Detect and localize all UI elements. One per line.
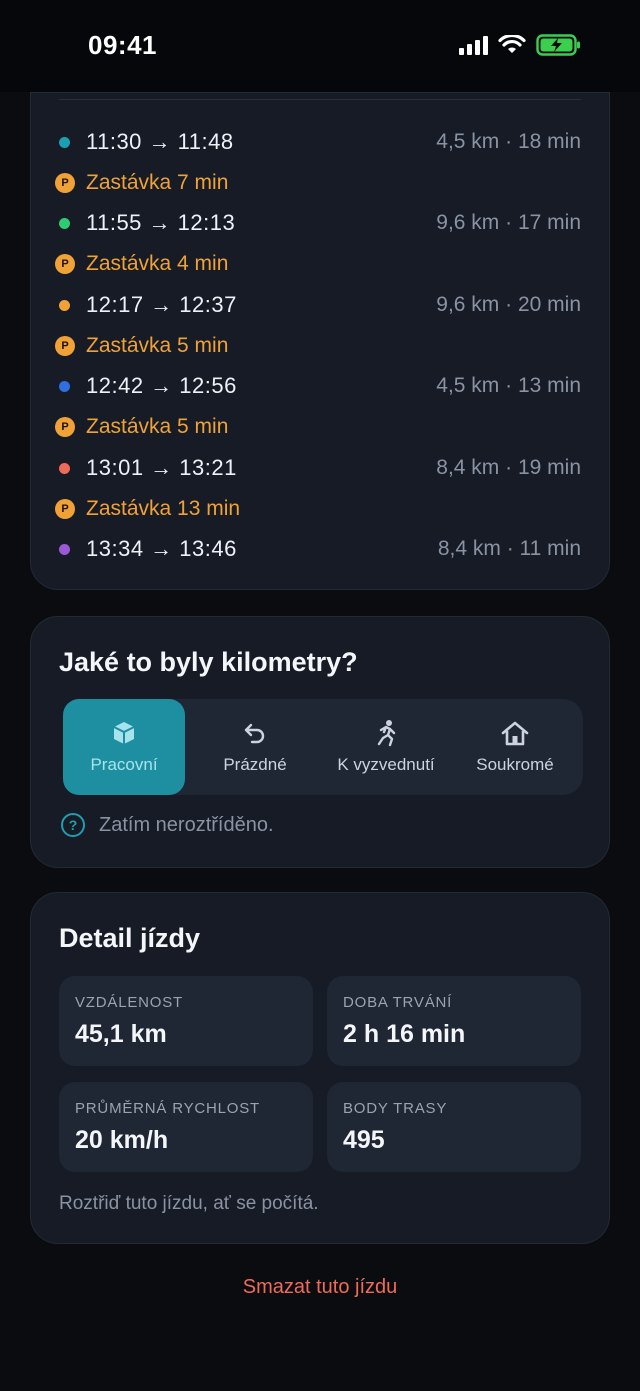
category-option-label: Prázdné	[223, 755, 287, 774]
classification-title: Jaké to byly kilometry?	[59, 647, 358, 677]
stat-average-speed: PRŮMĚRNÁ RYCHLOST 20 km/h	[59, 1082, 313, 1172]
trip-distance-duration: 8,4 km · 11 min	[437, 537, 581, 560]
stat-duration: DOBA TRVÁNÍ 2 h 16 min	[327, 976, 581, 1066]
house-icon	[501, 719, 529, 747]
trip-distance-duration: 8,4 km · 19 min	[436, 456, 581, 479]
category-option-private[interactable]: Soukromé	[447, 699, 583, 795]
running-person-icon	[373, 719, 399, 747]
category-option-pickup[interactable]: K vyzvednutí	[325, 699, 447, 795]
stop-row: P Zastávka 13 min	[55, 489, 581, 529]
trip-time-range: 13:34 → 13:46	[86, 536, 237, 561]
segment-color-dot	[59, 299, 70, 311]
stop-label: Zastávka 4 min	[86, 252, 229, 275]
trip-segment-row[interactable]: 13:01 → 13:21 8,4 km · 19 min	[55, 448, 581, 488]
divider	[59, 99, 581, 100]
stat-label: PRŮMĚRNÁ RYCHLOST	[75, 1100, 261, 1117]
parking-icon: P	[55, 254, 75, 274]
stat-distance: VZDÁLENOST 45,1 km	[59, 976, 313, 1066]
parking-icon: P	[55, 173, 75, 193]
segment-color-dot	[59, 136, 70, 148]
stop-row: P Zastávka 5 min	[55, 407, 581, 447]
trip-segment-row[interactable]: 13:34 → 13:46 8,4 km · 11 min	[55, 529, 581, 569]
stat-value: 2 h 16 min	[343, 1020, 466, 1048]
trip-detail-card: Detail jízdy VZDÁLENOST 45,1 km DOBA TRV…	[30, 892, 610, 1244]
classify-note: Roztřiď tuto jízdu, ať se počítá.	[59, 1193, 319, 1214]
stat-value: 45,1 km	[75, 1020, 167, 1048]
trip-distance-duration: 9,6 km · 17 min	[436, 211, 581, 234]
segment-color-dot	[59, 217, 70, 229]
trip-time-range: 11:30 → 11:48	[86, 129, 234, 154]
hint-text: Zatím neroztříděno.	[99, 813, 274, 836]
category-segmented-control: Pracovní Prázdné K vyzvednutí Soukromé	[63, 699, 583, 795]
trip-distance-duration: 9,6 km · 20 min	[436, 293, 581, 316]
status-icons	[459, 34, 582, 56]
trip-segment-row[interactable]: 12:42 → 12:56 4,5 km · 13 min	[55, 366, 581, 406]
stat-label: DOBA TRVÁNÍ	[343, 994, 453, 1011]
parking-icon: P	[55, 417, 75, 437]
trip-segment-row[interactable]: 12:17 → 12:37 9,6 km · 20 min	[55, 285, 581, 325]
question-circle-icon: ?	[61, 813, 85, 837]
stop-label: Zastávka 7 min	[86, 171, 229, 194]
cellular-signal-icon	[459, 35, 488, 55]
stat-value: 495	[343, 1126, 385, 1154]
stop-label: Zastávka 5 min	[86, 415, 229, 438]
segment-color-dot	[59, 462, 70, 474]
trip-time-range: 11:55 → 12:13	[86, 210, 236, 235]
segment-color-dot	[59, 380, 70, 392]
parking-icon: P	[55, 499, 75, 519]
category-option-empty[interactable]: Prázdné	[185, 699, 325, 795]
category-option-work[interactable]: Pracovní	[63, 699, 185, 795]
trip-time-range: 13:01 → 13:21	[86, 455, 237, 480]
trip-segment-row[interactable]: 11:55 → 12:13 9,6 km · 17 min	[55, 203, 581, 243]
category-option-label: Pracovní	[90, 755, 158, 774]
trip-time-range: 12:17 → 12:37	[86, 292, 237, 317]
stat-value: 20 km/h	[75, 1126, 169, 1154]
stop-row: P Zastávka 7 min	[55, 163, 581, 203]
status-bar: 09:41	[0, 0, 640, 92]
classification-hint: ? Zatím neroztříděno.	[61, 813, 274, 837]
delete-trip-button[interactable]: Smazat tuto jízdu	[0, 1276, 640, 1299]
stat-route-points: BODY TRASY 495	[327, 1082, 581, 1172]
segment-color-dot	[59, 543, 70, 555]
trip-distance-duration: 4,5 km · 18 min	[436, 130, 581, 153]
parking-icon: P	[55, 336, 75, 356]
stop-label: Zastávka 5 min	[86, 334, 229, 357]
trip-segments-card: 11:30 → 11:48 4,5 km · 18 min P Zastávka…	[30, 92, 610, 590]
detail-title: Detail jízdy	[59, 923, 201, 953]
status-time: 09:41	[88, 30, 157, 60]
trip-time-range: 12:42 → 12:56	[86, 373, 237, 398]
battery-charging-icon	[536, 34, 582, 56]
trip-distance-duration: 4,5 km · 13 min	[436, 374, 581, 397]
stop-row: P Zastávka 5 min	[55, 326, 581, 366]
trip-segment-row[interactable]: 11:30 → 11:48 4,5 km · 18 min	[55, 122, 581, 162]
category-option-label: Soukromé	[476, 755, 554, 774]
stat-label: BODY TRASY	[343, 1100, 448, 1117]
return-arrow-icon	[242, 719, 268, 747]
category-option-label: K vyzvednutí	[337, 755, 435, 774]
stop-label: Zastávka 13 min	[86, 497, 241, 520]
wifi-icon	[498, 35, 526, 55]
stat-label: VZDÁLENOST	[75, 994, 184, 1011]
stop-row: P Zastávka 4 min	[55, 244, 581, 284]
trip-classification-card: Jaké to byly kilometry? Pracovní Prázdné	[30, 616, 610, 868]
box-icon	[111, 719, 137, 747]
